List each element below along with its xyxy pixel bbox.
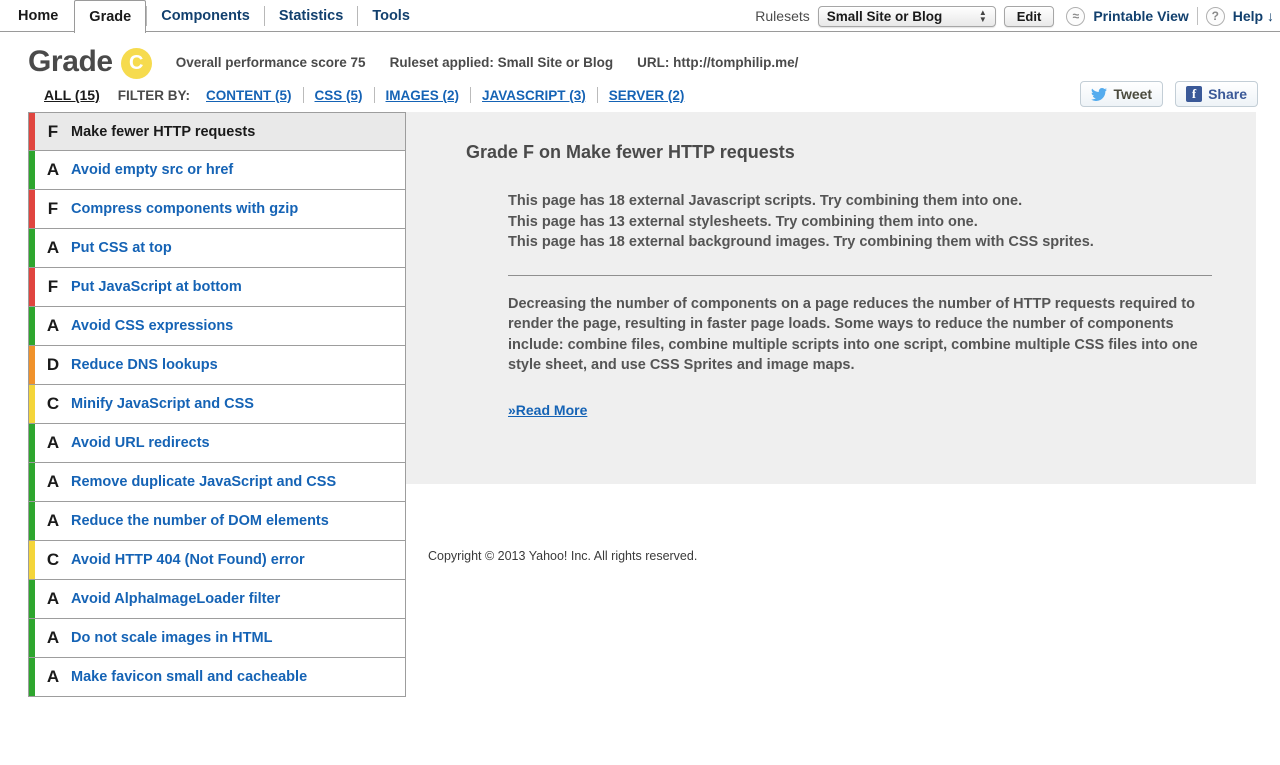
rule-row[interactable]: C Avoid HTTP 404 (Not Found) error bbox=[28, 541, 406, 580]
nav-tab-statistics[interactable]: Statistics bbox=[265, 0, 357, 32]
page-title: Grade bbox=[28, 45, 113, 78]
twitter-bird-icon bbox=[1091, 87, 1108, 101]
ruleset-select-value: Small Site or Blog bbox=[826, 8, 943, 24]
filter-bar: ALL (15) FILTER BY: CONTENT (5) CSS (5) IM… bbox=[0, 78, 1280, 112]
rule-row[interactable]: A Avoid AlphaImageLoader filter bbox=[28, 580, 406, 619]
rule-grade-letter: F bbox=[47, 199, 59, 218]
share-button-label: Share bbox=[1208, 86, 1247, 102]
top-navigation-bar: Home Grade Components Statistics Tools Rules… bbox=[0, 0, 1280, 33]
ruleset-applied-text: Ruleset applied: Small Site or Blog bbox=[389, 54, 614, 70]
filter-all-link[interactable]: ALL (15) bbox=[44, 87, 100, 103]
rule-grade-letter: A bbox=[46, 667, 60, 686]
rule-name-link[interactable]: Make favicon small and cacheable bbox=[71, 669, 307, 685]
grade-header: Grade C Overall performance score 75 Rul… bbox=[0, 32, 1280, 79]
filter-link-javascript[interactable]: JAVASCRIPT (3) bbox=[471, 88, 597, 103]
rule-row[interactable]: A Do not scale images in HTML bbox=[28, 619, 406, 658]
rule-row[interactable]: A Remove duplicate JavaScript and CSS bbox=[28, 463, 406, 502]
rule-name-link[interactable]: Make fewer HTTP requests bbox=[71, 124, 255, 140]
nav-divider bbox=[1196, 7, 1198, 25]
tweet-button[interactable]: Tweet bbox=[1080, 81, 1164, 107]
url-text: URL: http://tomphilip.me/ bbox=[637, 54, 799, 70]
rule-name-link[interactable]: Avoid HTTP 404 (Not Found) error bbox=[71, 552, 305, 568]
rule-grade-letter: C bbox=[46, 550, 60, 569]
nav-toolbar: Rulesets Small Site or Blog ▲ ▼ Edit ≈ Pr… bbox=[755, 0, 1274, 32]
rule-detail-panel: Grade F on Make fewer HTTP requests This… bbox=[436, 112, 1256, 420]
rule-grade-letter: A bbox=[46, 511, 60, 530]
rule-row[interactable]: A Put CSS at top bbox=[28, 229, 406, 268]
edit-ruleset-button[interactable]: Edit bbox=[1003, 5, 1055, 27]
rule-grade-letter: D bbox=[46, 355, 60, 374]
rule-row[interactable]: F Compress components with gzip bbox=[28, 190, 406, 229]
chevron-updown-icon: ▲ ▼ bbox=[978, 8, 987, 24]
filter-link-content[interactable]: CONTENT (5) bbox=[206, 88, 303, 103]
rule-name-link[interactable]: Avoid AlphaImageLoader filter bbox=[71, 591, 280, 607]
rule-row[interactable]: A Avoid empty src or href bbox=[28, 151, 406, 190]
rule-name-link[interactable]: Reduce the number of DOM elements bbox=[71, 513, 329, 529]
detail-divider bbox=[508, 274, 1212, 276]
filter-link-css[interactable]: CSS (5) bbox=[304, 88, 374, 103]
share-button[interactable]: f Share bbox=[1175, 81, 1258, 107]
nav-tab-group: Home Grade Components Statistics Tools bbox=[0, 0, 424, 33]
approximately-equal-icon[interactable]: ≈ bbox=[1066, 6, 1086, 26]
read-more-link[interactable]: »Read More bbox=[508, 402, 587, 418]
tweet-button-label: Tweet bbox=[1113, 86, 1153, 102]
rule-row[interactable]: D Reduce DNS lookups bbox=[28, 346, 406, 385]
filter-link-images[interactable]: IMAGES (2) bbox=[375, 88, 471, 103]
rulesets-label: Rulesets bbox=[755, 8, 810, 24]
nav-tab-components[interactable]: Components bbox=[147, 0, 264, 32]
rule-row[interactable]: A Avoid CSS expressions bbox=[28, 307, 406, 346]
rule-name-link[interactable]: Reduce DNS lookups bbox=[71, 357, 218, 373]
ruleset-select[interactable]: Small Site or Blog ▲ ▼ bbox=[817, 5, 996, 27]
detail-findings: This page has 18 external Javascript scr… bbox=[508, 193, 1094, 250]
copyright-text: Copyright © 2013 Yahoo! Inc. All rights … bbox=[428, 549, 698, 563]
help-link[interactable]: Help ↓ bbox=[1233, 8, 1274, 24]
rule-name-link[interactable]: Avoid CSS expressions bbox=[71, 318, 233, 334]
detail-title: Grade F on Make fewer HTTP requests bbox=[466, 142, 795, 162]
printable-view-link[interactable]: Printable View bbox=[1093, 8, 1188, 24]
rule-grade-letter: A bbox=[46, 316, 60, 335]
rule-name-link[interactable]: Put JavaScript at bottom bbox=[71, 279, 242, 295]
rule-name-link[interactable]: Put CSS at top bbox=[71, 240, 172, 256]
rule-row[interactable]: A Make favicon small and cacheable bbox=[28, 658, 406, 697]
grade-meta: Overall performance score 75 Ruleset app… bbox=[176, 55, 799, 70]
filter-link-group: CONTENT (5) CSS (5) IMAGES (2) JAVASCRIPT (… bbox=[206, 87, 695, 103]
facebook-f-icon: f bbox=[1186, 86, 1203, 102]
filter-link-server[interactable]: SERVER (2) bbox=[598, 88, 696, 103]
nav-tab-grade[interactable]: Grade bbox=[74, 0, 147, 33]
rule-grade-letter: F bbox=[47, 121, 59, 141]
nav-tab-home[interactable]: Home bbox=[0, 0, 74, 32]
rule-grade-letter: A bbox=[46, 433, 60, 452]
rule-row[interactable]: F Put JavaScript at bottom bbox=[28, 268, 406, 307]
rule-name-link[interactable]: Minify JavaScript and CSS bbox=[71, 396, 254, 412]
question-mark-icon[interactable]: ? bbox=[1205, 6, 1225, 26]
nav-tab-tools[interactable]: Tools bbox=[358, 0, 424, 32]
social-buttons: Tweet f Share bbox=[1080, 81, 1258, 107]
rule-grade-letter: A bbox=[46, 628, 60, 647]
detail-description: Decreasing the number of components on a… bbox=[508, 295, 1198, 374]
rule-row[interactable]: F Make fewer HTTP requests bbox=[28, 112, 406, 151]
rule-name-link[interactable]: Do not scale images in HTML bbox=[71, 630, 272, 646]
rule-grade-letter: F bbox=[47, 277, 59, 296]
rule-name-link[interactable]: Compress components with gzip bbox=[71, 201, 298, 217]
rule-grade-letter: A bbox=[46, 160, 60, 179]
overall-grade-badge: C bbox=[120, 48, 152, 79]
rule-grade-letter: A bbox=[46, 472, 60, 491]
rule-row[interactable]: A Avoid URL redirects bbox=[28, 424, 406, 463]
overall-score-text: Overall performance score 75 bbox=[175, 54, 366, 70]
rule-row[interactable]: A Reduce the number of DOM elements bbox=[28, 502, 406, 541]
rule-grade-letter: C bbox=[46, 394, 60, 413]
rule-name-link[interactable]: Remove duplicate JavaScript and CSS bbox=[71, 474, 336, 490]
rule-list: F Make fewer HTTP requests A Avoid empty sr… bbox=[28, 112, 406, 697]
rule-name-link[interactable]: Avoid empty src or href bbox=[71, 162, 233, 178]
rule-row[interactable]: C Minify JavaScript and CSS bbox=[28, 385, 406, 424]
filter-by-label: FILTER BY: bbox=[117, 87, 190, 103]
rule-grade-letter: A bbox=[46, 238, 60, 257]
rule-grade-letter: A bbox=[46, 589, 60, 608]
rule-name-link[interactable]: Avoid URL redirects bbox=[71, 435, 210, 451]
